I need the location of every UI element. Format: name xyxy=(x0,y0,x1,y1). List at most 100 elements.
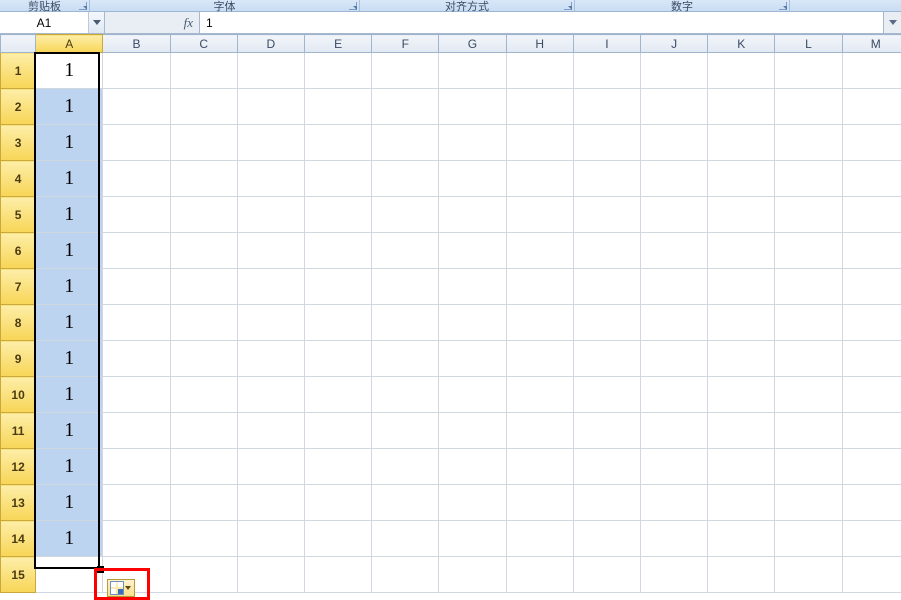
cell-J8[interactable] xyxy=(640,305,707,341)
cell-D5[interactable] xyxy=(237,197,304,233)
cell-C1[interactable] xyxy=(170,53,237,89)
cell-D2[interactable] xyxy=(237,89,304,125)
cell-A6[interactable]: 1 xyxy=(36,233,103,269)
cell-I1[interactable] xyxy=(573,53,640,89)
cell-I3[interactable] xyxy=(573,125,640,161)
column-header-C[interactable]: C xyxy=(170,35,237,53)
cell-L4[interactable] xyxy=(775,161,842,197)
cell-C11[interactable] xyxy=(170,413,237,449)
cell-C15[interactable] xyxy=(170,557,237,593)
cell-I9[interactable] xyxy=(573,341,640,377)
cell-J9[interactable] xyxy=(640,341,707,377)
cell-E6[interactable] xyxy=(304,233,371,269)
dialog-launcher-icon[interactable] xyxy=(564,2,572,10)
cell-C12[interactable] xyxy=(170,449,237,485)
cell-M6[interactable] xyxy=(842,233,901,269)
cell-G10[interactable] xyxy=(439,377,506,413)
cell-J10[interactable] xyxy=(640,377,707,413)
cell-K13[interactable] xyxy=(708,485,775,521)
cell-A9[interactable]: 1 xyxy=(36,341,103,377)
cell-G6[interactable] xyxy=(439,233,506,269)
cell-G14[interactable] xyxy=(439,521,506,557)
cell-D7[interactable] xyxy=(237,269,304,305)
column-header-D[interactable]: D xyxy=(237,35,304,53)
column-header-I[interactable]: I xyxy=(573,35,640,53)
cell-D1[interactable] xyxy=(237,53,304,89)
cell-G7[interactable] xyxy=(439,269,506,305)
cell-H8[interactable] xyxy=(506,305,573,341)
cell-K6[interactable] xyxy=(708,233,775,269)
cell-I6[interactable] xyxy=(573,233,640,269)
cell-G5[interactable] xyxy=(439,197,506,233)
cell-H4[interactable] xyxy=(506,161,573,197)
cell-F15[interactable] xyxy=(372,557,439,593)
formula-bar-expand[interactable] xyxy=(883,12,901,33)
row-header-6[interactable]: 6 xyxy=(1,233,36,269)
cell-A12[interactable]: 1 xyxy=(36,449,103,485)
row-header-9[interactable]: 9 xyxy=(1,341,36,377)
cell-L10[interactable] xyxy=(775,377,842,413)
cell-L12[interactable] xyxy=(775,449,842,485)
name-box[interactable] xyxy=(0,12,88,33)
cell-H10[interactable] xyxy=(506,377,573,413)
cell-I15[interactable] xyxy=(573,557,640,593)
cell-K4[interactable] xyxy=(708,161,775,197)
cell-F3[interactable] xyxy=(372,125,439,161)
cell-A11[interactable]: 1 xyxy=(36,413,103,449)
cell-M14[interactable] xyxy=(842,521,901,557)
cell-G13[interactable] xyxy=(439,485,506,521)
cell-G11[interactable] xyxy=(439,413,506,449)
cell-E11[interactable] xyxy=(304,413,371,449)
cell-E13[interactable] xyxy=(304,485,371,521)
cell-J3[interactable] xyxy=(640,125,707,161)
cell-M12[interactable] xyxy=(842,449,901,485)
cell-L11[interactable] xyxy=(775,413,842,449)
cell-H6[interactable] xyxy=(506,233,573,269)
cell-D15[interactable] xyxy=(237,557,304,593)
cell-L9[interactable] xyxy=(775,341,842,377)
cell-K2[interactable] xyxy=(708,89,775,125)
cell-B9[interactable] xyxy=(103,341,170,377)
cell-B2[interactable] xyxy=(103,89,170,125)
cell-B14[interactable] xyxy=(103,521,170,557)
row-header-8[interactable]: 8 xyxy=(1,305,36,341)
cell-M11[interactable] xyxy=(842,413,901,449)
cell-D9[interactable] xyxy=(237,341,304,377)
cell-A15[interactable] xyxy=(36,557,103,593)
cell-J6[interactable] xyxy=(640,233,707,269)
cell-I4[interactable] xyxy=(573,161,640,197)
cell-L2[interactable] xyxy=(775,89,842,125)
row-header-2[interactable]: 2 xyxy=(1,89,36,125)
cell-L13[interactable] xyxy=(775,485,842,521)
cell-F7[interactable] xyxy=(372,269,439,305)
column-header-H[interactable]: H xyxy=(506,35,573,53)
cell-M5[interactable] xyxy=(842,197,901,233)
cell-I10[interactable] xyxy=(573,377,640,413)
cell-M10[interactable] xyxy=(842,377,901,413)
cell-F2[interactable] xyxy=(372,89,439,125)
column-header-M[interactable]: M xyxy=(842,35,901,53)
dialog-launcher-icon[interactable] xyxy=(79,2,87,10)
row-header-14[interactable]: 14 xyxy=(1,521,36,557)
cell-I11[interactable] xyxy=(573,413,640,449)
cell-M8[interactable] xyxy=(842,305,901,341)
ribbon-group-font[interactable]: 字体 xyxy=(90,0,360,11)
cell-J11[interactable] xyxy=(640,413,707,449)
cell-B13[interactable] xyxy=(103,485,170,521)
ribbon-group-alignment[interactable]: 对齐方式 xyxy=(360,0,575,11)
cell-E15[interactable] xyxy=(304,557,371,593)
cell-J7[interactable] xyxy=(640,269,707,305)
cell-C4[interactable] xyxy=(170,161,237,197)
worksheet-area[interactable]: ABCDEFGHIJKLM 11213141516171819110111112… xyxy=(0,34,901,600)
cell-C5[interactable] xyxy=(170,197,237,233)
row-header-3[interactable]: 3 xyxy=(1,125,36,161)
cell-L8[interactable] xyxy=(775,305,842,341)
cell-I12[interactable] xyxy=(573,449,640,485)
cell-F10[interactable] xyxy=(372,377,439,413)
cell-A10[interactable]: 1 xyxy=(36,377,103,413)
cell-C6[interactable] xyxy=(170,233,237,269)
column-header-G[interactable]: G xyxy=(439,35,506,53)
cell-D12[interactable] xyxy=(237,449,304,485)
cell-F11[interactable] xyxy=(372,413,439,449)
cell-B4[interactable] xyxy=(103,161,170,197)
